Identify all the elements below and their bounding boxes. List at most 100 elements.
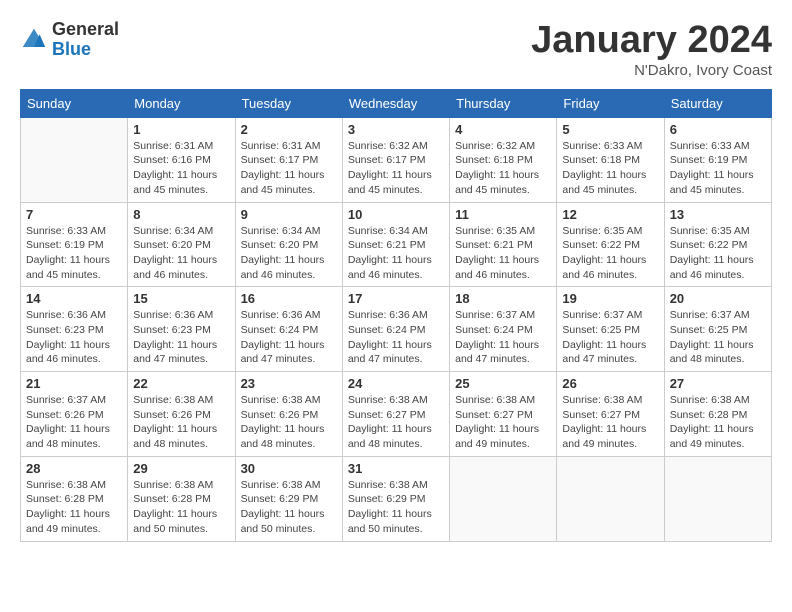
day-number: 22 [133, 376, 229, 391]
weekday-header-friday: Friday [557, 89, 664, 117]
weekday-header-row: SundayMondayTuesdayWednesdayThursdayFrid… [21, 89, 772, 117]
day-number: 20 [670, 291, 766, 306]
week-row-1: 1 Sunrise: 6:31 AM Sunset: 6:16 PM Daylig… [21, 117, 772, 202]
day-number: 5 [562, 122, 658, 137]
day-number: 3 [348, 122, 444, 137]
calendar-cell: 19 Sunrise: 6:37 AM Sunset: 6:25 PM Dayli… [557, 287, 664, 372]
logo-icon [20, 26, 48, 54]
calendar-cell: 15Sunrise: 6:36 AM Sunset: 6:23 PM Dayli… [128, 287, 235, 372]
weekday-header-thursday: Thursday [450, 89, 557, 117]
day-number: 2 [241, 122, 337, 137]
day-info: Sunrise: 6:38 AM Sunset: 6:29 PM Dayligh… [348, 478, 444, 537]
calendar-cell: 21Sunrise: 6:37 AM Sunset: 6:26 PM Dayli… [21, 372, 128, 457]
calendar-cell: 8 Sunrise: 6:34 AM Sunset: 6:20 PM Daylig… [128, 202, 235, 287]
calendar-cell: 5Sunrise: 6:33 AM Sunset: 6:18 PM Daylig… [557, 117, 664, 202]
day-number: 31 [348, 461, 444, 476]
day-number: 19 [562, 291, 658, 306]
logo-blue-text: Blue [52, 40, 119, 60]
calendar-cell: 24 Sunrise: 6:38 AM Sunset: 6:27 PM Dayli… [342, 372, 449, 457]
month-title: January 2024 [531, 20, 772, 62]
weekday-header-wednesday: Wednesday [342, 89, 449, 117]
day-number: 12 [562, 207, 658, 222]
day-info: Sunrise: 6:38 AM Sunset: 6:28 PM Dayligh… [133, 478, 229, 537]
day-info: Sunrise: 6:38 AM Sunset: 6:27 PM Dayligh… [348, 393, 444, 452]
calendar-cell: 30Sunrise: 6:38 AM Sunset: 6:29 PM Dayli… [235, 456, 342, 541]
logo-general-text: General [52, 20, 119, 40]
calendar-cell: 16 Sunrise: 6:36 AM Sunset: 6:24 PM Dayli… [235, 287, 342, 372]
day-info: Sunrise: 6:33 AM Sunset: 6:19 PM Dayligh… [670, 139, 766, 198]
weekday-header-monday: Monday [128, 89, 235, 117]
calendar-table: SundayMondayTuesdayWednesdayThursdayFrid… [20, 89, 772, 542]
day-number: 18 [455, 291, 551, 306]
week-row-3: 14 Sunrise: 6:36 AM Sunset: 6:23 PM Dayli… [21, 287, 772, 372]
day-number: 1 [133, 122, 229, 137]
logo: General Blue [20, 20, 119, 60]
week-row-4: 21Sunrise: 6:37 AM Sunset: 6:26 PM Dayli… [21, 372, 772, 457]
day-number: 6 [670, 122, 766, 137]
day-number: 23 [241, 376, 337, 391]
calendar-cell: 28 Sunrise: 6:38 AM Sunset: 6:28 PM Dayli… [21, 456, 128, 541]
day-info: Sunrise: 6:38 AM Sunset: 6:27 PM Dayligh… [562, 393, 658, 452]
calendar-cell: 7 Sunrise: 6:33 AM Sunset: 6:19 PM Daylig… [21, 202, 128, 287]
day-number: 10 [348, 207, 444, 222]
day-info: Sunrise: 6:38 AM Sunset: 6:26 PM Dayligh… [133, 393, 229, 452]
calendar-cell: 1 Sunrise: 6:31 AM Sunset: 6:16 PM Daylig… [128, 117, 235, 202]
day-number: 26 [562, 376, 658, 391]
day-number: 17 [348, 291, 444, 306]
calendar-cell: 4 Sunrise: 6:32 AM Sunset: 6:18 PM Daylig… [450, 117, 557, 202]
day-info: Sunrise: 6:38 AM Sunset: 6:27 PM Dayligh… [455, 393, 551, 452]
day-info: Sunrise: 6:35 AM Sunset: 6:22 PM Dayligh… [670, 224, 766, 283]
day-number: 9 [241, 207, 337, 222]
day-number: 24 [348, 376, 444, 391]
weekday-header-sunday: Sunday [21, 89, 128, 117]
calendar-cell [557, 456, 664, 541]
day-info: Sunrise: 6:31 AM Sunset: 6:16 PM Dayligh… [133, 139, 229, 198]
day-info: Sunrise: 6:37 AM Sunset: 6:25 PM Dayligh… [562, 308, 658, 367]
calendar-cell [21, 117, 128, 202]
day-info: Sunrise: 6:35 AM Sunset: 6:21 PM Dayligh… [455, 224, 551, 283]
calendar-cell: 9 Sunrise: 6:34 AM Sunset: 6:20 PM Daylig… [235, 202, 342, 287]
day-info: Sunrise: 6:36 AM Sunset: 6:23 PM Dayligh… [133, 308, 229, 367]
day-number: 28 [26, 461, 122, 476]
calendar-cell: 6 Sunrise: 6:33 AM Sunset: 6:19 PM Daylig… [664, 117, 771, 202]
day-number: 11 [455, 207, 551, 222]
weekday-header-saturday: Saturday [664, 89, 771, 117]
calendar-cell: 3Sunrise: 6:32 AM Sunset: 6:17 PM Daylig… [342, 117, 449, 202]
calendar-cell: 13 Sunrise: 6:35 AM Sunset: 6:22 PM Dayli… [664, 202, 771, 287]
day-info: Sunrise: 6:31 AM Sunset: 6:17 PM Dayligh… [241, 139, 337, 198]
calendar-cell: 25Sunrise: 6:38 AM Sunset: 6:27 PM Dayli… [450, 372, 557, 457]
day-number: 7 [26, 207, 122, 222]
day-number: 4 [455, 122, 551, 137]
calendar-cell: 22 Sunrise: 6:38 AM Sunset: 6:26 PM Dayli… [128, 372, 235, 457]
day-number: 8 [133, 207, 229, 222]
day-info: Sunrise: 6:36 AM Sunset: 6:23 PM Dayligh… [26, 308, 122, 367]
calendar-cell: 26 Sunrise: 6:38 AM Sunset: 6:27 PM Dayli… [557, 372, 664, 457]
day-info: Sunrise: 6:38 AM Sunset: 6:28 PM Dayligh… [26, 478, 122, 537]
calendar-cell: 23Sunrise: 6:38 AM Sunset: 6:26 PM Dayli… [235, 372, 342, 457]
week-row-2: 7 Sunrise: 6:33 AM Sunset: 6:19 PM Daylig… [21, 202, 772, 287]
day-number: 27 [670, 376, 766, 391]
day-info: Sunrise: 6:36 AM Sunset: 6:24 PM Dayligh… [241, 308, 337, 367]
day-info: Sunrise: 6:34 AM Sunset: 6:20 PM Dayligh… [241, 224, 337, 283]
calendar-cell: 18 Sunrise: 6:37 AM Sunset: 6:24 PM Dayli… [450, 287, 557, 372]
day-info: Sunrise: 6:32 AM Sunset: 6:18 PM Dayligh… [455, 139, 551, 198]
day-number: 13 [670, 207, 766, 222]
page-header: General Blue January 2024 N'Dakro, Ivory… [20, 20, 772, 79]
day-info: Sunrise: 6:34 AM Sunset: 6:21 PM Dayligh… [348, 224, 444, 283]
calendar-cell: 20Sunrise: 6:37 AM Sunset: 6:25 PM Dayli… [664, 287, 771, 372]
day-number: 14 [26, 291, 122, 306]
calendar-cell: 14 Sunrise: 6:36 AM Sunset: 6:23 PM Dayli… [21, 287, 128, 372]
day-info: Sunrise: 6:34 AM Sunset: 6:20 PM Dayligh… [133, 224, 229, 283]
day-info: Sunrise: 6:37 AM Sunset: 6:24 PM Dayligh… [455, 308, 551, 367]
calendar-cell: 10 Sunrise: 6:34 AM Sunset: 6:21 PM Dayli… [342, 202, 449, 287]
calendar-cell [664, 456, 771, 541]
calendar-cell: 31 Sunrise: 6:38 AM Sunset: 6:29 PM Dayli… [342, 456, 449, 541]
day-number: 16 [241, 291, 337, 306]
location-text: N'Dakro, Ivory Coast [531, 62, 772, 79]
day-number: 29 [133, 461, 229, 476]
day-info: Sunrise: 6:33 AM Sunset: 6:19 PM Dayligh… [26, 224, 122, 283]
weekday-header-tuesday: Tuesday [235, 89, 342, 117]
day-number: 21 [26, 376, 122, 391]
day-info: Sunrise: 6:38 AM Sunset: 6:29 PM Dayligh… [241, 478, 337, 537]
day-info: Sunrise: 6:36 AM Sunset: 6:24 PM Dayligh… [348, 308, 444, 367]
